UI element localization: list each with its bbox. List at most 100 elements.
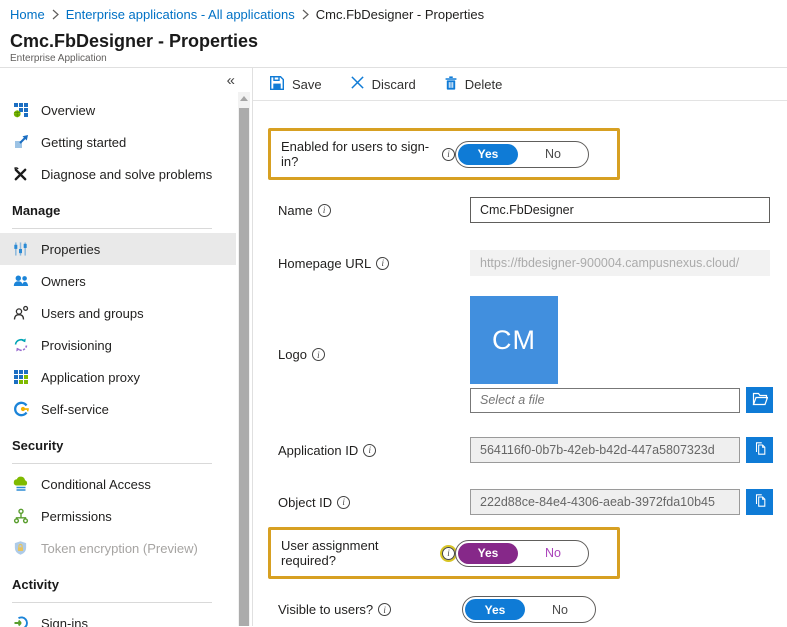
delete-icon	[444, 75, 458, 94]
overview-icon	[12, 102, 29, 119]
info-icon[interactable]: i	[376, 257, 389, 270]
sidebar-item-provisioning[interactable]: Provisioning	[0, 329, 236, 361]
discard-button[interactable]: Discard	[350, 75, 416, 93]
user-assignment-label: User assignment required? i	[281, 538, 455, 568]
homepage-url-input[interactable]	[470, 250, 770, 276]
properties-form: Enabled for users to sign-in? i Yes No N…	[253, 101, 787, 623]
copy-application-id-button[interactable]	[746, 437, 773, 463]
sign-in-label: Enabled for users to sign-in? i	[281, 139, 455, 169]
info-icon[interactable]: i	[337, 496, 350, 509]
homepage-url-row: Homepage URL i	[268, 250, 787, 276]
sidebar-item-conditional-access[interactable]: Conditional Access	[0, 468, 236, 500]
homepage-url-label: Homepage URL i	[278, 256, 470, 271]
sidebar-item-label: Properties	[41, 242, 100, 257]
collapse-sidebar-icon[interactable]: «	[227, 74, 235, 88]
field-label-text: Homepage URL	[278, 256, 371, 271]
sidebar-item-users-and-groups[interactable]: Users and groups	[0, 297, 236, 329]
save-button[interactable]: Save	[269, 75, 322, 94]
page-title: Cmc.FbDesigner - Properties	[10, 30, 787, 52]
info-icon[interactable]: i	[312, 348, 325, 361]
highlight-box-sign-in: Enabled for users to sign-in? i Yes No	[268, 128, 620, 180]
delete-button[interactable]: Delete	[444, 75, 503, 94]
user-assignment-toggle[interactable]: Yes No	[455, 540, 589, 567]
conditional-access-icon	[12, 476, 29, 493]
folder-icon	[752, 392, 768, 409]
visible-to-users-label: Visible to users? i	[278, 602, 462, 617]
sidebar-item-diagnose[interactable]: Diagnose and solve problems	[0, 158, 236, 190]
field-label-text: Visible to users?	[278, 602, 373, 617]
logo-label: Logo i	[278, 347, 470, 362]
sidebar-item-label: Conditional Access	[41, 477, 151, 492]
field-label-text: Logo	[278, 347, 307, 362]
sidebar-item-permissions[interactable]: Permissions	[0, 500, 236, 532]
browse-file-button[interactable]	[746, 387, 773, 413]
info-icon[interactable]: i	[363, 444, 376, 457]
logo-file-picker	[470, 387, 773, 413]
chevron-right-icon	[52, 9, 59, 20]
object-id-label: Object ID i	[278, 495, 470, 510]
page-subtitle: Enterprise Application	[10, 53, 787, 64]
sign-in-toggle[interactable]: Yes No	[455, 141, 589, 168]
sidebar-item-label: Diagnose and solve problems	[41, 167, 212, 182]
logo-initials: CM	[492, 325, 536, 356]
permissions-icon	[12, 508, 29, 525]
sidebar-scrollbar[interactable]	[238, 92, 250, 626]
toggle-yes-option[interactable]: Yes	[465, 599, 525, 620]
sidebar-item-sign-ins[interactable]: Sign-ins	[0, 607, 236, 627]
save-icon	[269, 75, 285, 94]
sidebar-item-getting-started[interactable]: Getting started	[0, 126, 236, 158]
breadcrumb-enterprise-apps-link[interactable]: Enterprise applications - All applicatio…	[66, 7, 295, 22]
sidebar-item-properties[interactable]: Properties	[0, 233, 236, 265]
name-label: Name i	[278, 203, 470, 218]
sidebar-item-label: Token encryption (Preview)	[41, 541, 198, 556]
sidebar-item-overview[interactable]: Overview	[0, 94, 236, 126]
users-and-groups-icon	[12, 305, 29, 322]
copy-icon	[753, 493, 767, 511]
application-proxy-icon	[12, 369, 29, 386]
sidebar-section-security: Security	[0, 438, 236, 463]
provisioning-icon	[12, 337, 29, 354]
info-icon[interactable]: i	[442, 547, 455, 560]
main-panel: Save Discard Delete Enabled for users to…	[253, 68, 787, 626]
info-icon[interactable]: i	[378, 603, 391, 616]
application-id-row: Application ID i	[268, 437, 787, 463]
sidebar-section-activity: Activity	[0, 577, 236, 602]
logo-control: CM	[470, 296, 773, 413]
name-input[interactable]	[470, 197, 770, 223]
breadcrumb: Home Enterprise applications - All appli…	[0, 0, 787, 28]
info-icon[interactable]: i	[318, 204, 331, 217]
sidebar-item-application-proxy[interactable]: Application proxy	[0, 361, 236, 393]
toggle-yes-option[interactable]: Yes	[458, 543, 518, 564]
getting-started-icon	[12, 134, 29, 151]
sidebar-item-token-encryption[interactable]: Token encryption (Preview)	[0, 532, 236, 564]
field-label-text: Enabled for users to sign-in?	[281, 139, 437, 169]
toggle-yes-option[interactable]: Yes	[458, 144, 518, 165]
sidebar-item-self-service[interactable]: Self-service	[0, 393, 236, 425]
logo-row: Logo i CM	[268, 296, 787, 413]
sidebar-item-label: Getting started	[41, 135, 126, 150]
sign-ins-icon	[12, 615, 29, 627]
save-label: Save	[292, 77, 322, 92]
scrollbar-thumb[interactable]	[239, 108, 249, 626]
info-icon[interactable]: i	[442, 148, 455, 161]
object-id-input[interactable]	[470, 489, 740, 515]
breadcrumb-home-link[interactable]: Home	[10, 7, 45, 22]
select-file-input[interactable]	[470, 388, 740, 413]
sidebar-item-owners[interactable]: Owners	[0, 265, 236, 297]
discard-icon	[350, 75, 365, 93]
field-label-text: Object ID	[278, 495, 332, 510]
scroll-up-arrow-icon[interactable]	[238, 92, 250, 105]
sidebar: « Overview Getting started	[0, 68, 253, 626]
toggle-no-option[interactable]: No	[518, 546, 588, 560]
divider	[12, 463, 212, 464]
toggle-no-option[interactable]: No	[518, 147, 588, 161]
application-id-input[interactable]	[470, 437, 740, 463]
toggle-no-option[interactable]: No	[525, 603, 595, 617]
visible-to-users-toggle[interactable]: Yes No	[462, 596, 596, 623]
sidebar-item-label: Application proxy	[41, 370, 140, 385]
token-encryption-icon	[12, 540, 29, 557]
sidebar-section-manage: Manage	[0, 203, 236, 228]
sidebar-item-label: Sign-ins	[41, 616, 88, 627]
copy-object-id-button[interactable]	[746, 489, 773, 515]
diagnose-icon	[12, 166, 29, 183]
